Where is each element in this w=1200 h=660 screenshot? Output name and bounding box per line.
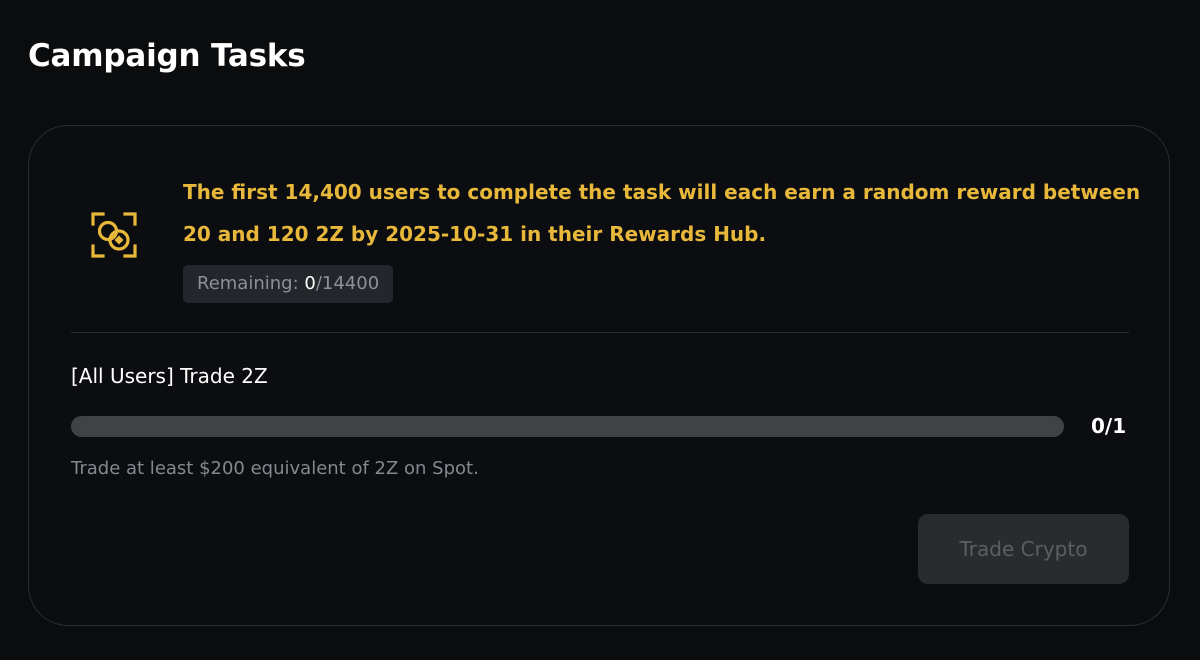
reward-target-icon [89,210,139,260]
trade-crypto-button[interactable]: Trade Crypto [918,514,1129,584]
reward-description: The first 14,400 users to complete the t… [183,180,1141,246]
task-progress-bar [71,416,1064,437]
page-title: Campaign Tasks [28,38,306,74]
remaining-badge: Remaining: 0/14400 [183,265,394,303]
remaining-current: 0 [304,273,316,294]
task-progress-count: 0/1 [1091,414,1127,438]
campaign-task-card: The first 14,400 users to complete the t… [28,125,1170,626]
remaining-label: Remaining: [197,273,305,294]
task-title: [All Users] Trade 2Z [71,364,268,388]
remaining-total: /14400 [315,273,380,294]
divider [71,332,1129,333]
task-description: Trade at least $200 equivalent of 2Z on … [71,458,479,479]
